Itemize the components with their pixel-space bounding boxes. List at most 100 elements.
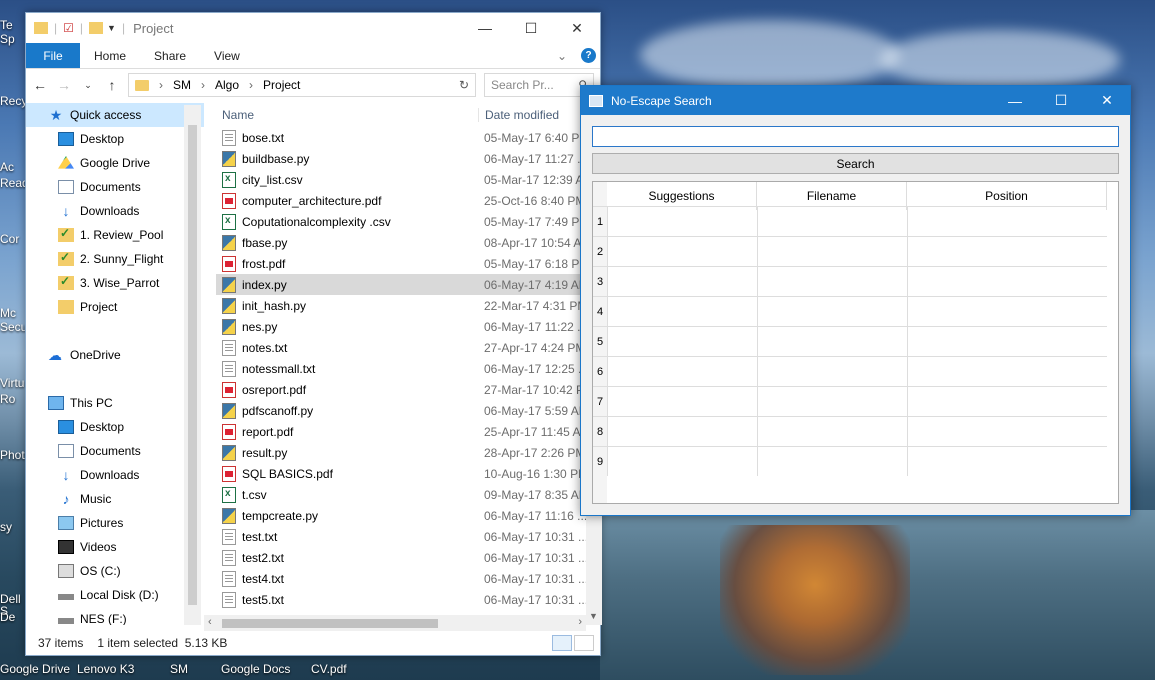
- nav-item[interactable]: ↓ Downloads: [26, 463, 204, 487]
- nav-item[interactable]: ★ Quick access: [26, 103, 204, 127]
- refresh-icon[interactable]: ↻: [459, 78, 469, 92]
- customize-quick-access-icon[interactable]: ▼: [107, 23, 116, 33]
- nav-item[interactable]: Documents: [26, 439, 204, 463]
- file-row[interactable]: index.py 06-May-17 4:19 AM: [216, 274, 602, 295]
- nav-item[interactable]: Desktop: [26, 415, 204, 439]
- file-row[interactable]: Coputationalcomplexity .csv05-May-17 7:4…: [216, 211, 602, 232]
- file-row[interactable]: SQL BASICS.pdf 10-Aug-16 1:30 PM: [216, 463, 602, 484]
- file-row[interactable]: osreport.pdf 27-Mar-17 10:42 PM: [216, 379, 602, 400]
- file-row[interactable]: notessmall.txt 06-May-17 12:25 ...: [216, 358, 602, 379]
- table-cell[interactable]: [907, 297, 1107, 326]
- nav-item[interactable]: Videos: [26, 535, 204, 559]
- search-button[interactable]: Search: [592, 153, 1119, 174]
- file-row[interactable]: nes.py 06-May-17 11:22 ...: [216, 316, 602, 337]
- recent-locations-chevron-icon[interactable]: ⌄: [80, 80, 96, 91]
- expand-ribbon-icon[interactable]: ⌄: [557, 49, 567, 63]
- table-cell[interactable]: [907, 237, 1107, 266]
- nav-item[interactable]: This PC: [26, 391, 204, 415]
- chevron-right-icon[interactable]: ›: [249, 78, 253, 92]
- file-row[interactable]: computer_architecture.pdf 25-Oct-16 8:40 …: [216, 190, 602, 211]
- scrollbar-thumb[interactable]: [222, 619, 438, 628]
- help-icon[interactable]: ?: [581, 48, 596, 63]
- file-row[interactable]: notes.txt 27-Apr-17 4:24 PM: [216, 337, 602, 358]
- large-icons-view-icon[interactable]: [574, 635, 594, 651]
- scroll-down-icon[interactable]: ▼: [589, 611, 598, 621]
- breadcrumb-sm[interactable]: SM: [173, 78, 191, 92]
- properties-icon[interactable]: ☑: [63, 21, 74, 35]
- desktop-icon-label[interactable]: De: [0, 610, 15, 624]
- table-cell[interactable]: [607, 417, 757, 446]
- desktop-shortcut-label[interactable]: SM: [170, 662, 188, 676]
- file-row[interactable]: result.py 28-Apr-17 2:26 PM: [216, 442, 602, 463]
- nav-item[interactable]: 3. Wise_Parrot: [26, 271, 204, 295]
- desktop-shortcut-label[interactable]: Google Drive: [0, 662, 70, 676]
- nav-item[interactable]: Pictures: [26, 511, 204, 535]
- table-cell[interactable]: [607, 207, 757, 236]
- table-cell[interactable]: [907, 417, 1107, 446]
- table-cell[interactable]: [757, 267, 907, 296]
- table-cell[interactable]: [607, 327, 757, 356]
- details-view-icon[interactable]: [552, 635, 572, 651]
- table-cell[interactable]: [607, 237, 757, 266]
- back-arrow-icon[interactable]: ←: [32, 77, 48, 93]
- nav-item[interactable]: Google Drive📌: [26, 151, 204, 175]
- nav-item[interactable]: OS (C:): [26, 559, 204, 583]
- desktop-icon-label[interactable]: Secu: [0, 320, 27, 334]
- close-button[interactable]: ✕: [554, 13, 600, 43]
- nav-item[interactable]: NES (F:): [26, 607, 204, 625]
- nav-item[interactable]: ↓Downloads📌: [26, 199, 204, 223]
- table-cell[interactable]: [907, 207, 1107, 236]
- minimize-button[interactable]: —: [462, 13, 508, 43]
- table-cell[interactable]: [907, 357, 1107, 386]
- file-row[interactable]: frost.pdf 05-May-17 6:18 PM: [216, 253, 602, 274]
- tab-share[interactable]: Share: [140, 43, 200, 68]
- desktop-icon-label[interactable]: Sp: [0, 32, 15, 46]
- file-row[interactable]: tempcreate.py 06-May-17 11:16 ...: [216, 505, 602, 526]
- table-row[interactable]: 5: [593, 326, 1107, 356]
- nav-item[interactable]: Documents📌: [26, 175, 204, 199]
- breadcrumb[interactable]: › SM › Algo › Project ↻: [128, 73, 476, 97]
- table-cell[interactable]: [757, 237, 907, 266]
- desktop-icon-label[interactable]: Ac: [0, 160, 14, 174]
- table-row[interactable]: 1: [593, 206, 1107, 236]
- scroll-right-icon[interactable]: ›: [578, 616, 582, 628]
- desktop-icon-label[interactable]: sy: [0, 520, 12, 534]
- table-cell[interactable]: [757, 207, 907, 236]
- nav-item[interactable]: Project: [26, 295, 204, 319]
- list-horizontal-scrollbar[interactable]: ‹ ›: [204, 615, 586, 631]
- table-row[interactable]: 2: [593, 236, 1107, 266]
- desktop-icon-label[interactable]: Phot: [0, 448, 25, 462]
- forward-arrow-icon[interactable]: →: [56, 77, 72, 93]
- minimize-button[interactable]: —: [992, 86, 1038, 116]
- table-cell[interactable]: [607, 357, 757, 386]
- table-cell[interactable]: [757, 417, 907, 446]
- nav-item[interactable]: Local Disk (D:): [26, 583, 204, 607]
- chevron-right-icon[interactable]: ›: [159, 78, 163, 92]
- table-cell[interactable]: [607, 387, 757, 416]
- maximize-button[interactable]: ☐: [1038, 86, 1084, 116]
- table-row[interactable]: 9: [593, 446, 1107, 476]
- nav-item[interactable]: ♪ Music: [26, 487, 204, 511]
- desktop-icon-label[interactable]: Cor: [0, 232, 19, 246]
- scrollbar-thumb[interactable]: [188, 125, 197, 605]
- file-row[interactable]: test2.txt 06-May-17 10:31 ...: [216, 547, 602, 568]
- table-cell[interactable]: [757, 387, 907, 416]
- file-row[interactable]: test.txt 06-May-17 10:31 ...: [216, 526, 602, 547]
- table-cell[interactable]: [907, 387, 1107, 416]
- close-button[interactable]: ✕: [1084, 86, 1130, 116]
- breadcrumb-project[interactable]: Project: [263, 78, 300, 92]
- file-row[interactable]: t.csv09-May-17 8:35 AM: [216, 484, 602, 505]
- file-row[interactable]: test5.txt 06-May-17 10:31 ...: [216, 589, 602, 610]
- nav-item[interactable]: 1. Review_Pool: [26, 223, 204, 247]
- file-row[interactable]: test4.txt 06-May-17 10:31 ...: [216, 568, 602, 589]
- breadcrumb-algo[interactable]: Algo: [215, 78, 239, 92]
- desktop-shortcut-label[interactable]: Google Docs: [221, 662, 290, 676]
- up-arrow-icon[interactable]: ↑: [104, 77, 120, 93]
- nav-scrollbar[interactable]: [184, 105, 201, 625]
- tab-home[interactable]: Home: [80, 43, 140, 68]
- file-tab[interactable]: File: [26, 43, 80, 68]
- file-row[interactable]: bose.txt 05-May-17 6:40 PM: [216, 127, 602, 148]
- desktop-icon-label[interactable]: Te: [0, 18, 13, 32]
- nav-item[interactable]: ☁ OneDrive: [26, 343, 204, 367]
- chevron-right-icon[interactable]: ›: [201, 78, 205, 92]
